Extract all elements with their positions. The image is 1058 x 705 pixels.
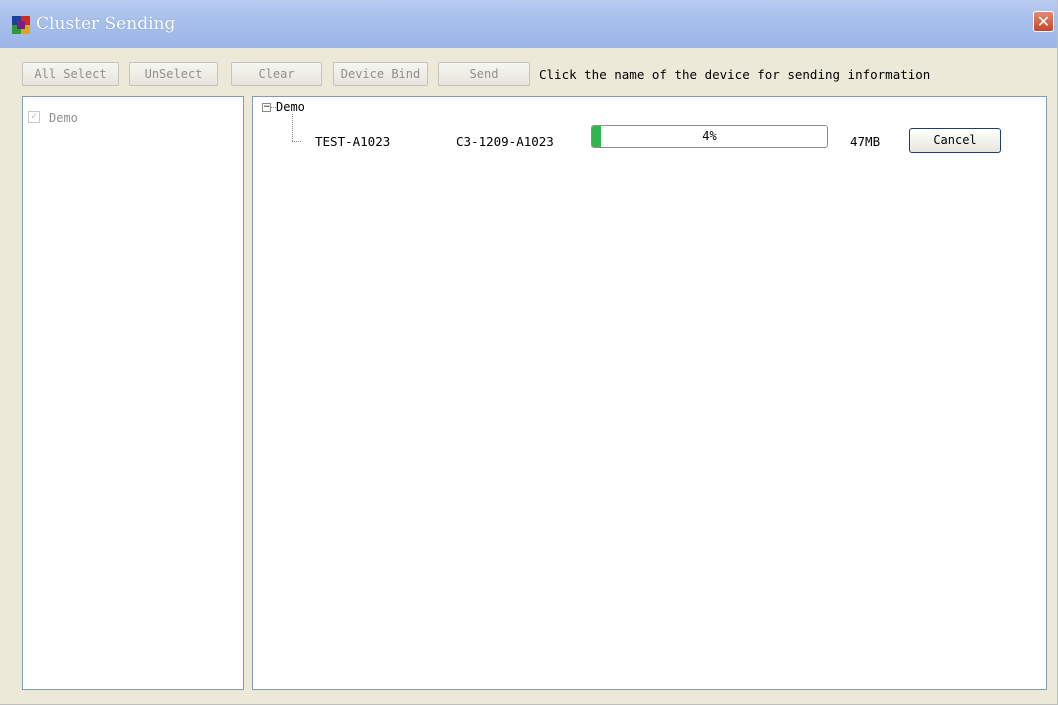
- file-size: 47MB: [850, 134, 881, 149]
- close-icon: ✕: [1036, 12, 1051, 31]
- clear-button[interactable]: Clear: [231, 62, 322, 86]
- device-tree-panel[interactable]: − Demo TEST-A1023 C3-1209-A1023 4% 47MB …: [252, 96, 1047, 690]
- close-button[interactable]: ✕: [1033, 11, 1054, 32]
- collapse-minus-icon[interactable]: −: [262, 103, 271, 112]
- group-list-panel[interactable]: ✓ Demo: [22, 96, 244, 690]
- tree-connector: [292, 141, 301, 142]
- group-label: Demo: [49, 111, 78, 125]
- app-logo-icon: [12, 16, 30, 34]
- window-title: Cluster Sending: [36, 14, 176, 34]
- send-button[interactable]: Send: [438, 62, 530, 86]
- all-select-button[interactable]: All Select: [22, 62, 119, 86]
- instruction-text: Click the name of the device for sending…: [539, 67, 931, 82]
- cluster-sending-window: Cluster Sending ✕ All Select UnSelect Cl…: [0, 0, 1058, 705]
- device-name[interactable]: TEST-A1023: [315, 134, 390, 149]
- group-checkbox[interactable]: ✓: [28, 111, 40, 123]
- toolbar: All Select UnSelect Clear Device Bind Se…: [0, 48, 1057, 93]
- checkmark-icon: ✓: [30, 111, 38, 122]
- tree-connector: [292, 114, 293, 141]
- device-bind-button[interactable]: Device Bind: [333, 62, 428, 86]
- progress-percent: 4%: [702, 129, 717, 143]
- tree-root-demo[interactable]: Demo: [276, 100, 305, 114]
- cancel-button[interactable]: Cancel: [909, 128, 1001, 153]
- device-serial: C3-1209-A1023: [456, 134, 554, 149]
- unselect-button[interactable]: UnSelect: [129, 62, 218, 86]
- title-bar[interactable]: Cluster Sending ✕: [0, 0, 1057, 48]
- send-progress-bar: 4%: [591, 125, 828, 148]
